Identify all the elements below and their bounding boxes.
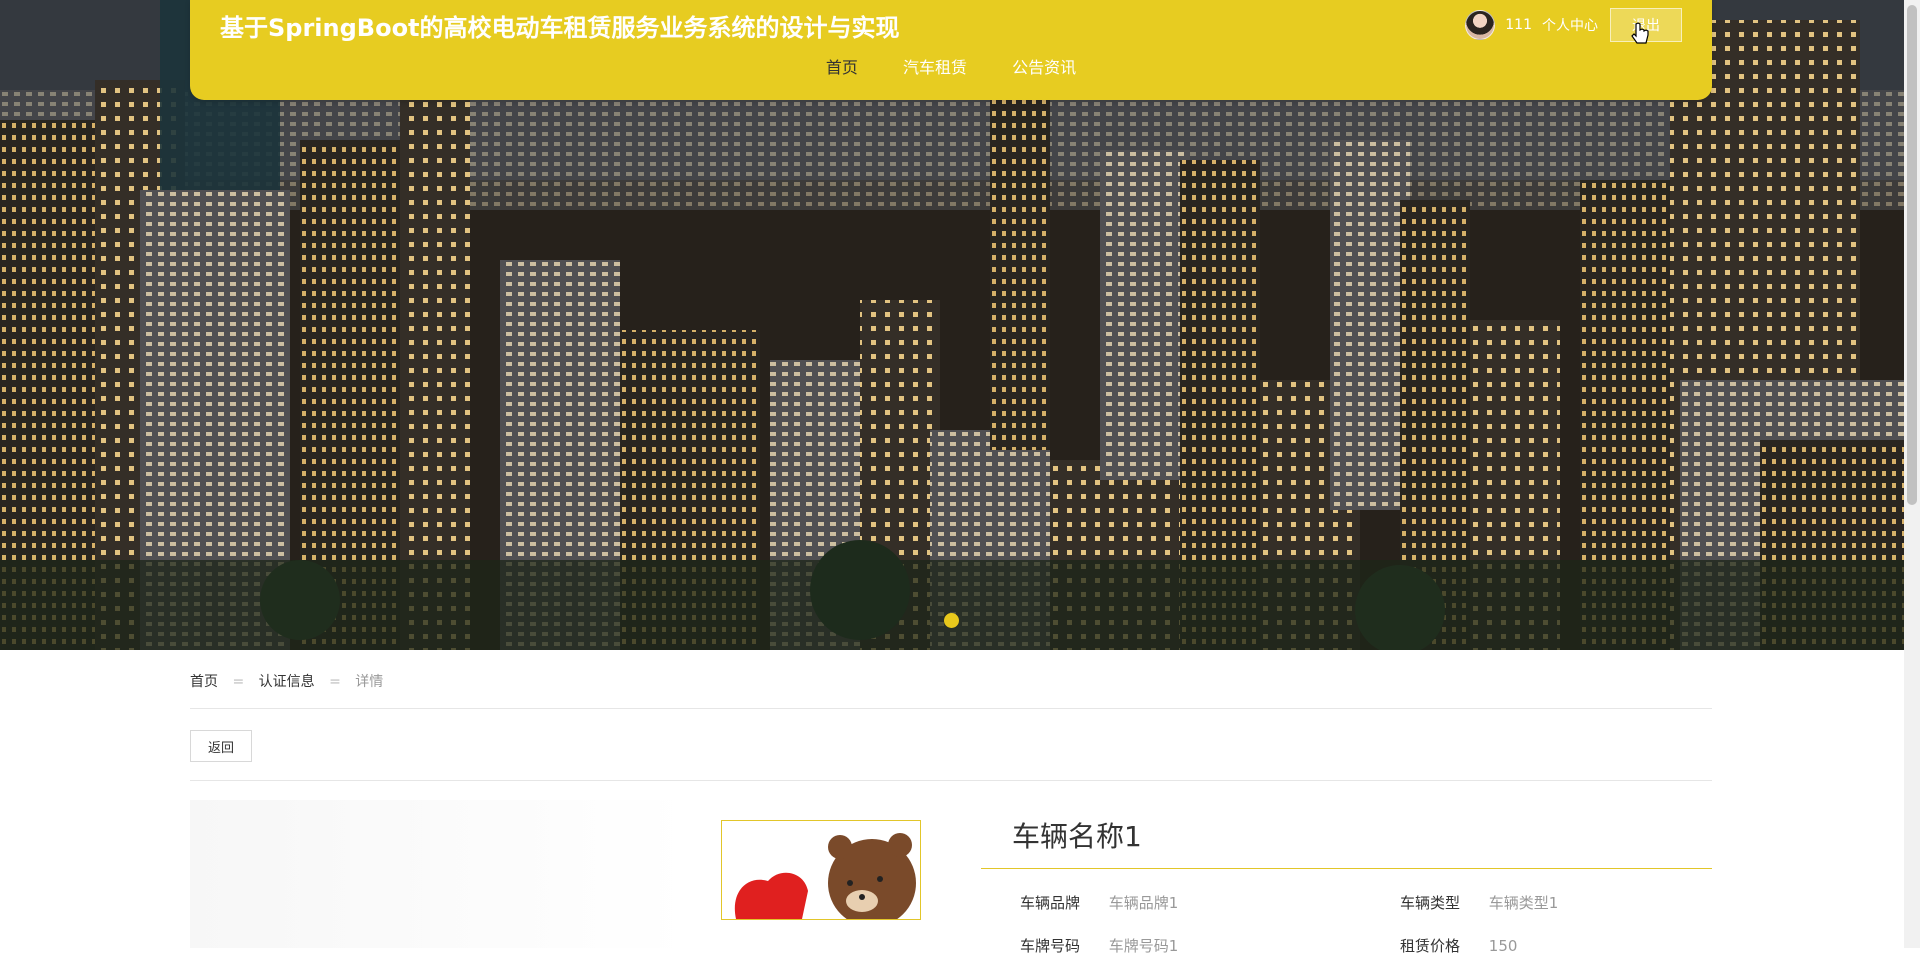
divider	[190, 708, 1712, 709]
username: 111	[1505, 17, 1532, 33]
breadcrumb-separator: =	[329, 674, 341, 690]
field-label: 车辆类型	[1400, 894, 1461, 912]
vehicle-name: 车辆名称1	[1012, 820, 1142, 853]
carousel-dots[interactable]	[944, 613, 959, 628]
breadcrumb: 首页 = 认证信息 = 详情	[190, 671, 383, 691]
field-label: 车辆品牌	[1020, 894, 1081, 912]
page-scrollbar[interactable]	[1904, 0, 1920, 948]
field-value: 150	[1488, 937, 1518, 955]
field-label: 车牌号码	[1020, 937, 1081, 955]
top-navigation-bar: 基于SpringBoot的高校电动车租赁服务业务系统的设计与实现 首页 汽车租赁…	[190, 0, 1712, 100]
breadcrumb-auth-info[interactable]: 认证信息	[259, 674, 315, 690]
carousel-dot-1[interactable]	[944, 613, 959, 628]
breadcrumb-separator: =	[232, 674, 245, 690]
field-price: 租赁价格 150	[1400, 935, 1517, 956]
image-gallery-panel	[190, 800, 690, 948]
field-value: 车辆品牌1	[1108, 894, 1179, 912]
site-title: 基于SpringBoot的高校电动车租赁服务业务系统的设计与实现	[220, 14, 900, 42]
vehicle-thumbnail[interactable]	[721, 820, 921, 920]
user-center-link[interactable]: 个人中心	[1542, 15, 1598, 35]
field-type: 车辆类型 车辆类型1	[1400, 892, 1558, 913]
nav-car-rental[interactable]: 汽车租赁	[903, 54, 967, 78]
hand-cursor-icon	[1631, 22, 1649, 44]
nav-home[interactable]: 首页	[826, 54, 858, 78]
scrollbar-thumb[interactable]	[1907, 5, 1917, 505]
field-value: 车牌号码1	[1108, 937, 1179, 955]
main-nav: 首页 汽车租赁 公告资讯	[190, 54, 1712, 78]
field-brand: 车辆品牌 车辆品牌1	[1020, 892, 1178, 913]
field-value: 车辆类型1	[1488, 894, 1559, 912]
divider	[190, 780, 1712, 781]
user-avatar-icon[interactable]	[1465, 10, 1496, 40]
bear-heart-image	[734, 833, 916, 919]
back-button[interactable]: 返回	[190, 730, 252, 762]
field-label: 租赁价格	[1400, 937, 1461, 955]
nav-announcements[interactable]: 公告资讯	[1012, 54, 1076, 78]
field-plate: 车牌号码 车牌号码1	[1020, 935, 1178, 956]
breadcrumb-home[interactable]: 首页	[190, 674, 218, 690]
title-underline	[981, 868, 1712, 869]
breadcrumb-detail: 详情	[355, 674, 384, 690]
